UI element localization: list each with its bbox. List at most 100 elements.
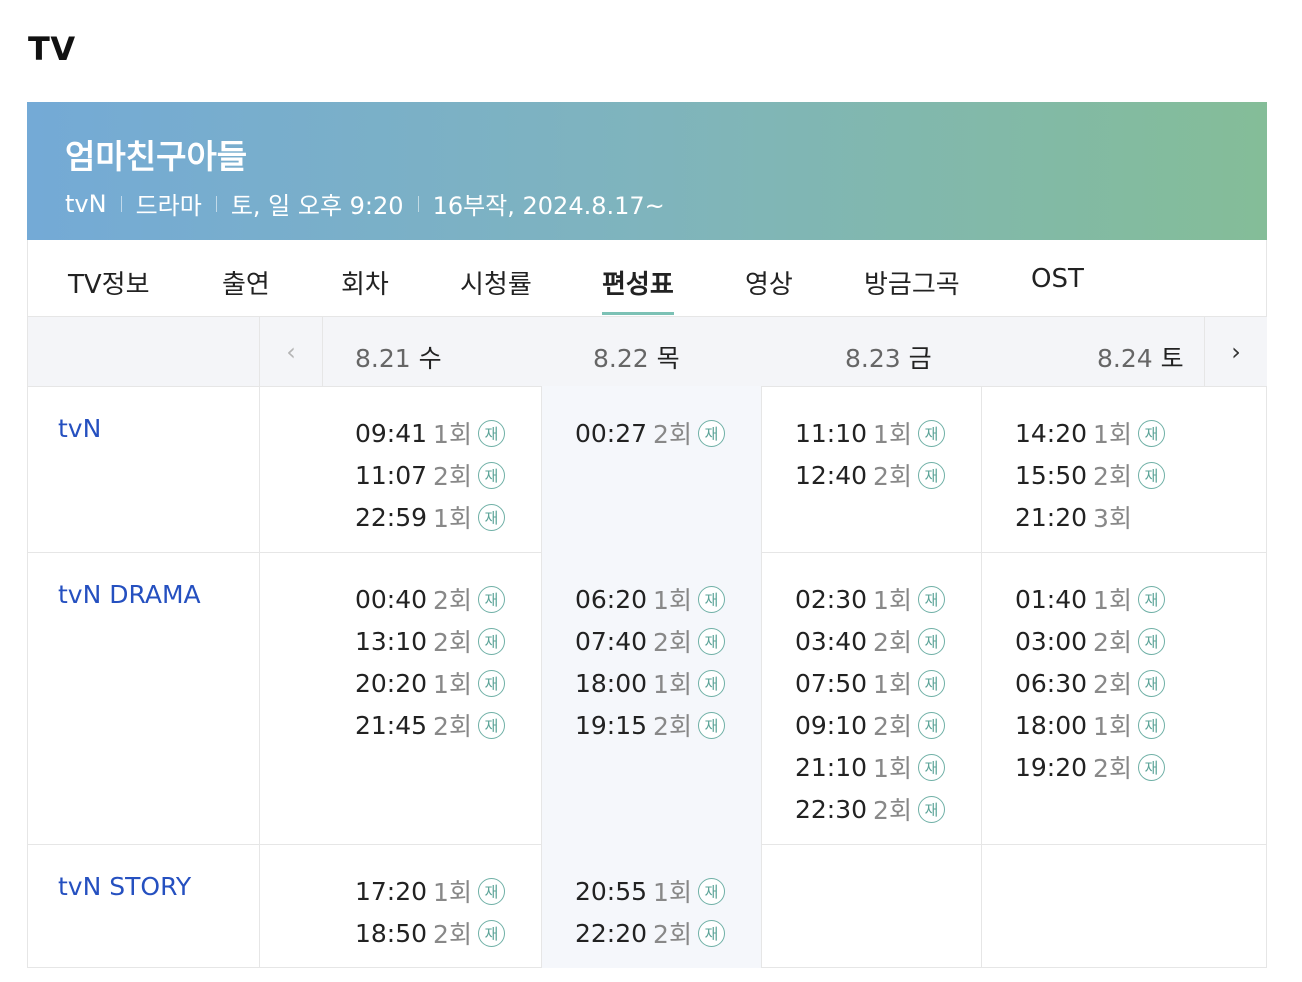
date-label: 8.21 수 <box>355 339 442 375</box>
tab-cast[interactable]: 출연 <box>222 264 270 301</box>
rerun-badge: 재 <box>1137 585 1165 613</box>
tab-music[interactable]: 방금그곡 <box>864 264 960 301</box>
rerun-badge: 재 <box>477 585 505 613</box>
chevron-left-icon: ‹ <box>286 337 296 366</box>
air-time: 19:15 <box>575 710 648 740</box>
rerun-badge: 재 <box>477 877 505 905</box>
episode-number: 2회 <box>1093 628 1132 657</box>
air-time: 15:50 <box>1015 460 1088 490</box>
schedule-entry[interactable]: 22:59 1회 재 <box>355 496 505 538</box>
channel-row: tvN STORY 17:20 1회 재 18:50 2회 재 20:55 1회 재 22:20 2회… <box>28 844 1266 968</box>
chevron-right-icon: › <box>1231 337 1241 366</box>
schedule-entry[interactable]: 03:00 2회 재 <box>1015 620 1165 662</box>
date-label: 8.24 토 <box>1097 339 1184 375</box>
episode-number: 1회 <box>873 420 912 449</box>
tab-tv-info[interactable]: TV정보 <box>68 264 150 301</box>
episode-number: 2회 <box>653 628 692 657</box>
schedule-entry[interactable]: 22:30 2회 재 <box>795 788 945 830</box>
schedule-entry[interactable]: 19:15 2회 재 <box>575 704 725 746</box>
tab-video[interactable]: 영상 <box>745 264 793 301</box>
schedule-entry[interactable]: 19:20 2회 재 <box>1015 746 1165 788</box>
air-time: 09:41 <box>355 418 428 448</box>
schedule-entry[interactable]: 00:40 2회 재 <box>355 578 505 620</box>
rerun-badge: 재 <box>917 795 945 823</box>
meta-divider <box>417 195 419 212</box>
rerun-badge: 재 <box>697 419 725 447</box>
date-value: 8.23 <box>845 344 901 373</box>
schedule-entry[interactable]: 12:40 2회 재 <box>795 454 945 496</box>
meta-channel[interactable]: tvN <box>65 190 107 218</box>
air-time: 09:10 <box>795 710 868 740</box>
schedule-entry[interactable]: 06:30 2회 재 <box>1015 662 1165 704</box>
schedule-day-cell: 20:55 1회 재 22:20 2회 재 <box>541 844 762 968</box>
channel-name[interactable]: tvN <box>58 414 101 443</box>
rerun-badge: 재 <box>477 919 505 947</box>
schedule-day-cell: 11:10 1회 재 12:40 2회 재 <box>761 386 982 552</box>
date-value: 8.22 <box>593 344 649 373</box>
schedule-entry[interactable]: 17:20 1회 재 <box>355 870 505 912</box>
tab-ost[interactable]: OST <box>1031 264 1084 294</box>
meta-genre: 드라마 <box>135 192 202 220</box>
tab-ratings[interactable]: 시청률 <box>460 264 532 301</box>
rerun-badge: 재 <box>1137 627 1165 655</box>
schedule-entry[interactable]: 21:45 2회 재 <box>355 704 505 746</box>
meta-divider <box>120 195 122 212</box>
schedule-entry[interactable]: 11:07 2회 재 <box>355 454 505 496</box>
air-time: 00:40 <box>355 584 428 614</box>
schedule-entry[interactable]: 13:10 2회 재 <box>355 620 505 662</box>
schedule-entry[interactable]: 18:50 2회 재 <box>355 912 505 954</box>
episode-number: 1회 <box>433 878 472 907</box>
schedule-entry[interactable]: 07:40 2회 재 <box>575 620 725 662</box>
schedule-entry[interactable]: 07:50 1회 재 <box>795 662 945 704</box>
schedule-entry[interactable]: 11:10 1회 재 <box>795 412 945 454</box>
schedule-entry[interactable]: 18:00 1회 재 <box>575 662 725 704</box>
air-time: 13:10 <box>355 626 428 656</box>
schedule-entry[interactable]: 15:50 2회 재 <box>1015 454 1165 496</box>
meta-episodes: 16부작, 2024.8.17~ <box>432 192 665 220</box>
schedule-entry[interactable]: 02:30 1회 재 <box>795 578 945 620</box>
schedule-entry[interactable]: 06:20 1회 재 <box>575 578 725 620</box>
schedule-entry[interactable]: 22:20 2회 재 <box>575 912 725 954</box>
program-meta: tvN 드라마 토, 일 오후 9:20 16부작, 2024.8.17~ <box>65 186 665 221</box>
schedule-entry[interactable]: 09:10 2회 재 <box>795 704 945 746</box>
date-weekday: 금 <box>908 344 932 373</box>
schedule-entry[interactable]: 20:20 1회 재 <box>355 662 505 704</box>
schedule-day-cell: 17:20 1회 재 18:50 2회 재 <box>259 844 542 968</box>
tab-schedule[interactable]: 편성표 <box>602 264 674 315</box>
date-value: 8.24 <box>1097 344 1153 373</box>
episode-number: 1회 <box>1093 586 1132 615</box>
date-weekday: 토 <box>1160 344 1184 373</box>
meta-airtime: 토, 일 오후 9:20 <box>230 192 404 220</box>
tab-episodes[interactable]: 회차 <box>341 264 389 301</box>
episode-number: 2회 <box>1093 754 1132 783</box>
schedule-day-cell: 00:40 2회 재 13:10 2회 재 20:20 1회 재 21:45 2회 재 <box>259 552 542 844</box>
air-time: 06:20 <box>575 584 648 614</box>
air-time: 06:30 <box>1015 668 1088 698</box>
air-time: 12:40 <box>795 460 868 490</box>
channel-name[interactable]: tvN DRAMA <box>58 580 201 609</box>
date-label: 8.23 금 <box>845 339 932 375</box>
program-title[interactable]: 엄마친구아들 <box>65 130 247 178</box>
rerun-badge: 재 <box>1137 753 1165 781</box>
schedule-day-cell: 01:40 1회 재 03:00 2회 재 06:30 2회 재 18:00 1회 재 19:20 2회 재 <box>981 552 1267 844</box>
next-dates-button[interactable]: › <box>1204 317 1267 386</box>
schedule-entry[interactable]: 21:10 1회 재 <box>795 746 945 788</box>
schedule-entry[interactable]: 01:40 1회 재 <box>1015 578 1165 620</box>
schedule-entries: 09:41 1회 재 11:07 2회 재 22:59 1회 재 <box>355 412 505 538</box>
prev-dates-button[interactable]: ‹ <box>259 317 323 386</box>
schedule-entry[interactable]: 21:20 3회 <box>1015 496 1165 538</box>
schedule-day-cell: 02:30 1회 재 03:40 2회 재 07:50 1회 재 09:10 2회 재 21:10 1회 재… <box>761 552 982 844</box>
schedule-entry[interactable]: 14:20 1회 재 <box>1015 412 1165 454</box>
rerun-badge: 재 <box>697 669 725 697</box>
schedule-entry[interactable]: 00:27 2회 재 <box>575 412 725 454</box>
rerun-badge: 재 <box>697 585 725 613</box>
rerun-badge: 재 <box>917 585 945 613</box>
schedule-entry[interactable]: 18:00 1회 재 <box>1015 704 1165 746</box>
schedule-entry[interactable]: 20:55 1회 재 <box>575 870 725 912</box>
episode-number: 2회 <box>433 628 472 657</box>
episode-number: 1회 <box>653 670 692 699</box>
rerun-badge: 재 <box>477 711 505 739</box>
channel-name[interactable]: tvN STORY <box>58 872 191 901</box>
schedule-entry[interactable]: 09:41 1회 재 <box>355 412 505 454</box>
schedule-entry[interactable]: 03:40 2회 재 <box>795 620 945 662</box>
